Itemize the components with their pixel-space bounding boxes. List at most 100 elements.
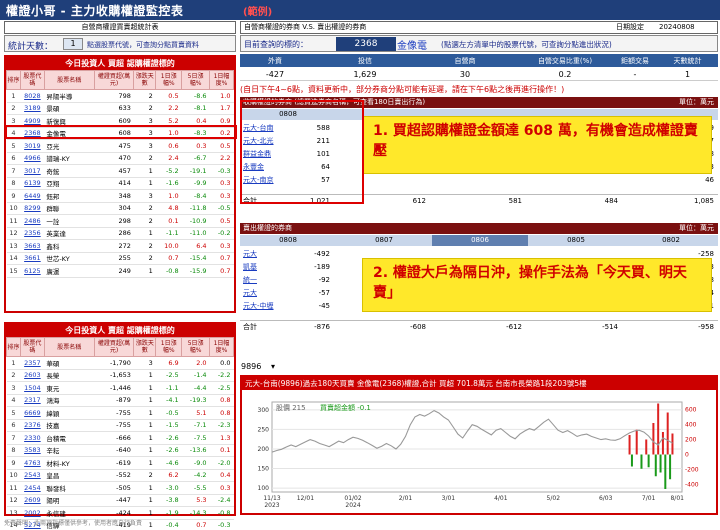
- sell-table: 排序 股票代碼 股票名稱 權證買超(萬元) 漲跌天數 1日漲幅% 5日漲幅% 1日幅度% 12…: [6, 337, 234, 530]
- stock-name-cell: 英業達: [44, 227, 95, 240]
- buy-table: 排序 股票代碼 股票名稱 權證買超(萬元) 漲跌天數 1日漲幅% 5日漲幅% 1日幅度% 18…: [6, 70, 234, 278]
- stock-code-link[interactable]: 6139: [20, 177, 45, 190]
- table-row[interactable]: 1 8028 昇陽半導 798 2 0.5 -8.6 1.0: [6, 89, 234, 103]
- callout-buy-warning: 1. 買超認購權證金額達 608 萬，有機會造成權證賣壓: [362, 116, 712, 174]
- table-row[interactable]: 7 2330 台積電 -666 1 -2.6 -7.5 1.3: [6, 431, 234, 445]
- broker-name-link[interactable]: 元大-中壢: [243, 300, 274, 312]
- stock-code-link[interactable]: 2543: [20, 469, 45, 482]
- sell-date-0805[interactable]: 0805: [528, 235, 624, 246]
- table-cell: -14.3: [181, 506, 210, 520]
- buy-col-header: 權證買超(萬元): [93, 70, 135, 90]
- table-cell: -879: [94, 394, 134, 407]
- table-cell: -0.5: [155, 406, 182, 420]
- buy-brokers-unit: 單位：萬元: [679, 98, 714, 106]
- table-row[interactable]: 13 3663 鑫科 272 2 10.0 6.4 0.3: [6, 239, 234, 253]
- stock-code-link[interactable]: 8299: [20, 202, 45, 215]
- table-row[interactable]: 9 4763 材料-KY -619 1 -4.6 -9.0 -2.0: [6, 456, 234, 470]
- stock-code-link[interactable]: 3189: [20, 102, 45, 115]
- sell-col-header: 1日漲幅%: [155, 337, 183, 357]
- table-row[interactable]: 6 2376 技嘉 -755 1 -1.5 -7.1 -2.3: [6, 419, 234, 432]
- table-cell: 298: [94, 214, 134, 228]
- broker-amount: -189: [314, 263, 330, 271]
- stock-code-link[interactable]: 2330: [20, 431, 45, 445]
- broker-name-link[interactable]: 元大: [243, 287, 257, 299]
- flow-bar: [671, 433, 674, 455]
- table-row[interactable]: 6 4966 譜瑞-KY 470 2 2.4 -6.7 2.2: [6, 152, 234, 165]
- stock-name-cell: 鴻海: [44, 394, 95, 407]
- stock-code-link[interactable]: 2454: [20, 481, 45, 495]
- table-row[interactable]: 9 6449 鈺邦 348 3 1.0 -8.4 0.3: [6, 189, 234, 203]
- stock-code-link[interactable]: 2356: [20, 227, 45, 240]
- table-row[interactable]: 11 2486 一詮 298 2 0.1 -10.9 0.5: [6, 214, 234, 228]
- summary-header-dealer: 自營商: [454, 57, 476, 65]
- total-value: 1,085: [693, 197, 714, 205]
- stock-name-cell: 陽明: [44, 494, 95, 507]
- table-cell: 6.4: [181, 239, 210, 253]
- table-cell: 9: [6, 456, 21, 470]
- table-row[interactable]: 14 3661 世芯-KY 255 2 0.7 -15.4 0.7: [6, 252, 234, 265]
- broker-name-link[interactable]: 元大: [243, 248, 257, 260]
- broker-name-link[interactable]: 凱基: [243, 261, 257, 273]
- table-row[interactable]: 2 3189 景碩 633 2 2.2 -8.1 1.7: [6, 102, 234, 115]
- stock-code-link[interactable]: 2609: [20, 494, 45, 507]
- sell-date-0802[interactable]: 0802: [624, 235, 718, 246]
- legend-price: 股價 215: [276, 403, 306, 412]
- table-row[interactable]: 3 1504 東元 -1,446 1 -1.1 -4.4 -2.5: [6, 381, 234, 395]
- table-row[interactable]: 8 3583 辛耘 -640 1 -2.6 -13.6 0.1: [6, 444, 234, 457]
- table-cell: -4.1: [155, 394, 182, 407]
- sell-date-0808[interactable]: 0808: [240, 235, 336, 246]
- stock-code-link[interactable]: 4966: [20, 152, 45, 165]
- table-row[interactable]: 8 6139 亞翔 414 1 -1.6 -9.9 0.3: [6, 177, 234, 190]
- table-row[interactable]: 10 8299 群聯 304 2 4.8 -11.8 -0.5: [6, 202, 234, 215]
- stock-code-link[interactable]: 2486: [20, 214, 45, 228]
- sell-total-row: 合計 -876 -608 -612 -514 -958: [240, 320, 718, 332]
- stock-code-link[interactable]: 3019: [20, 139, 45, 153]
- table-row[interactable]: 2 2603 長榮 -1,653 1 -2.5 -1.4 -2.2: [6, 369, 234, 382]
- app-title: 權證小哥 - 主力收購權證監控表: [6, 4, 184, 18]
- stock-code-link[interactable]: 6125: [20, 264, 45, 278]
- stock-code-link[interactable]: 3583: [20, 444, 45, 457]
- stock-code-field[interactable]: 2368: [336, 37, 396, 51]
- summary-header: 外資 投信 自營商 自營交易比重(%) 鉅額交易 天數統計: [240, 54, 718, 67]
- table-cell: 5: [6, 406, 21, 420]
- stock-name-cell: 一詮: [44, 214, 95, 228]
- days-filter-select[interactable]: 1: [63, 38, 83, 50]
- table-row[interactable]: 12 2609 陽明 -447 1 -3.8 5.3 -2.4: [6, 494, 234, 507]
- sell-date-0807[interactable]: 0807: [336, 235, 432, 246]
- stock-code-link[interactable]: 6669: [20, 406, 45, 420]
- date-value[interactable]: 20240808: [659, 22, 695, 33]
- table-cell: 2: [133, 89, 156, 103]
- table-row[interactable]: 5 6669 緯穎 -755 1 -0.5 5.1 0.8: [6, 406, 234, 420]
- stock-code-link[interactable]: 4763: [20, 456, 45, 470]
- title-bar: 權證小哥 - 主力收購權證監控表 (範例): [0, 0, 720, 20]
- stock-code-link[interactable]: 1504: [20, 381, 45, 395]
- table-row[interactable]: 1 2357 華碩 -1,790 3 6.9 2.0 0.0: [6, 356, 234, 370]
- stock-code-link[interactable]: 2357: [20, 356, 45, 370]
- stock-code-link[interactable]: 2603: [20, 369, 45, 382]
- table-row[interactable]: 4 2317 鴻海 -879 1 -4.1 -19.3 0.8: [6, 394, 234, 407]
- buy-col-header: 漲跌天數: [133, 70, 157, 90]
- table-row[interactable]: 12 2356 英業達 286 1 -1.1 -11.0 -0.2: [6, 227, 234, 240]
- table-row[interactable]: 7 3017 奇鋐 457 1 -5.2 -19.1 -0.3: [6, 164, 234, 178]
- table-row[interactable]: 10 2543 皇昌 -552 2 6.2 -4.2 0.4: [6, 469, 234, 482]
- x-tick-label: 3/01: [442, 495, 456, 502]
- x-tick-label: 2/01: [399, 495, 413, 502]
- broker-select[interactable]: 9896 ▾: [241, 362, 287, 373]
- sell-date-0806[interactable]: 0806: [432, 235, 528, 246]
- table-row[interactable]: 5 3019 亞光 475 3 0.6 0.3 0.5: [6, 139, 234, 153]
- stock-code-link[interactable]: 6449: [20, 189, 45, 203]
- table-cell: 348: [94, 189, 134, 203]
- table-row[interactable]: 11 2454 聯發科 -505 1 -3.0 -5.5 0.3: [6, 481, 234, 495]
- table-cell: -552: [94, 469, 134, 482]
- broker-name-link[interactable]: 統一: [243, 274, 257, 286]
- stock-code-link[interactable]: 3017: [20, 164, 45, 178]
- table-cell: 14: [6, 252, 21, 265]
- stock-code-link[interactable]: 3663: [20, 239, 45, 253]
- stock-code-link[interactable]: 2317: [20, 394, 45, 407]
- table-cell: 1: [133, 431, 156, 445]
- stock-code-link[interactable]: 3661: [20, 252, 45, 265]
- stock-code-link[interactable]: 2376: [20, 419, 45, 432]
- stock-code-link[interactable]: 8028: [20, 89, 45, 103]
- table-cell: 2: [6, 102, 21, 115]
- table-row[interactable]: 15 6125 廣運 249 1 -0.8 -15.9 0.7: [6, 264, 234, 278]
